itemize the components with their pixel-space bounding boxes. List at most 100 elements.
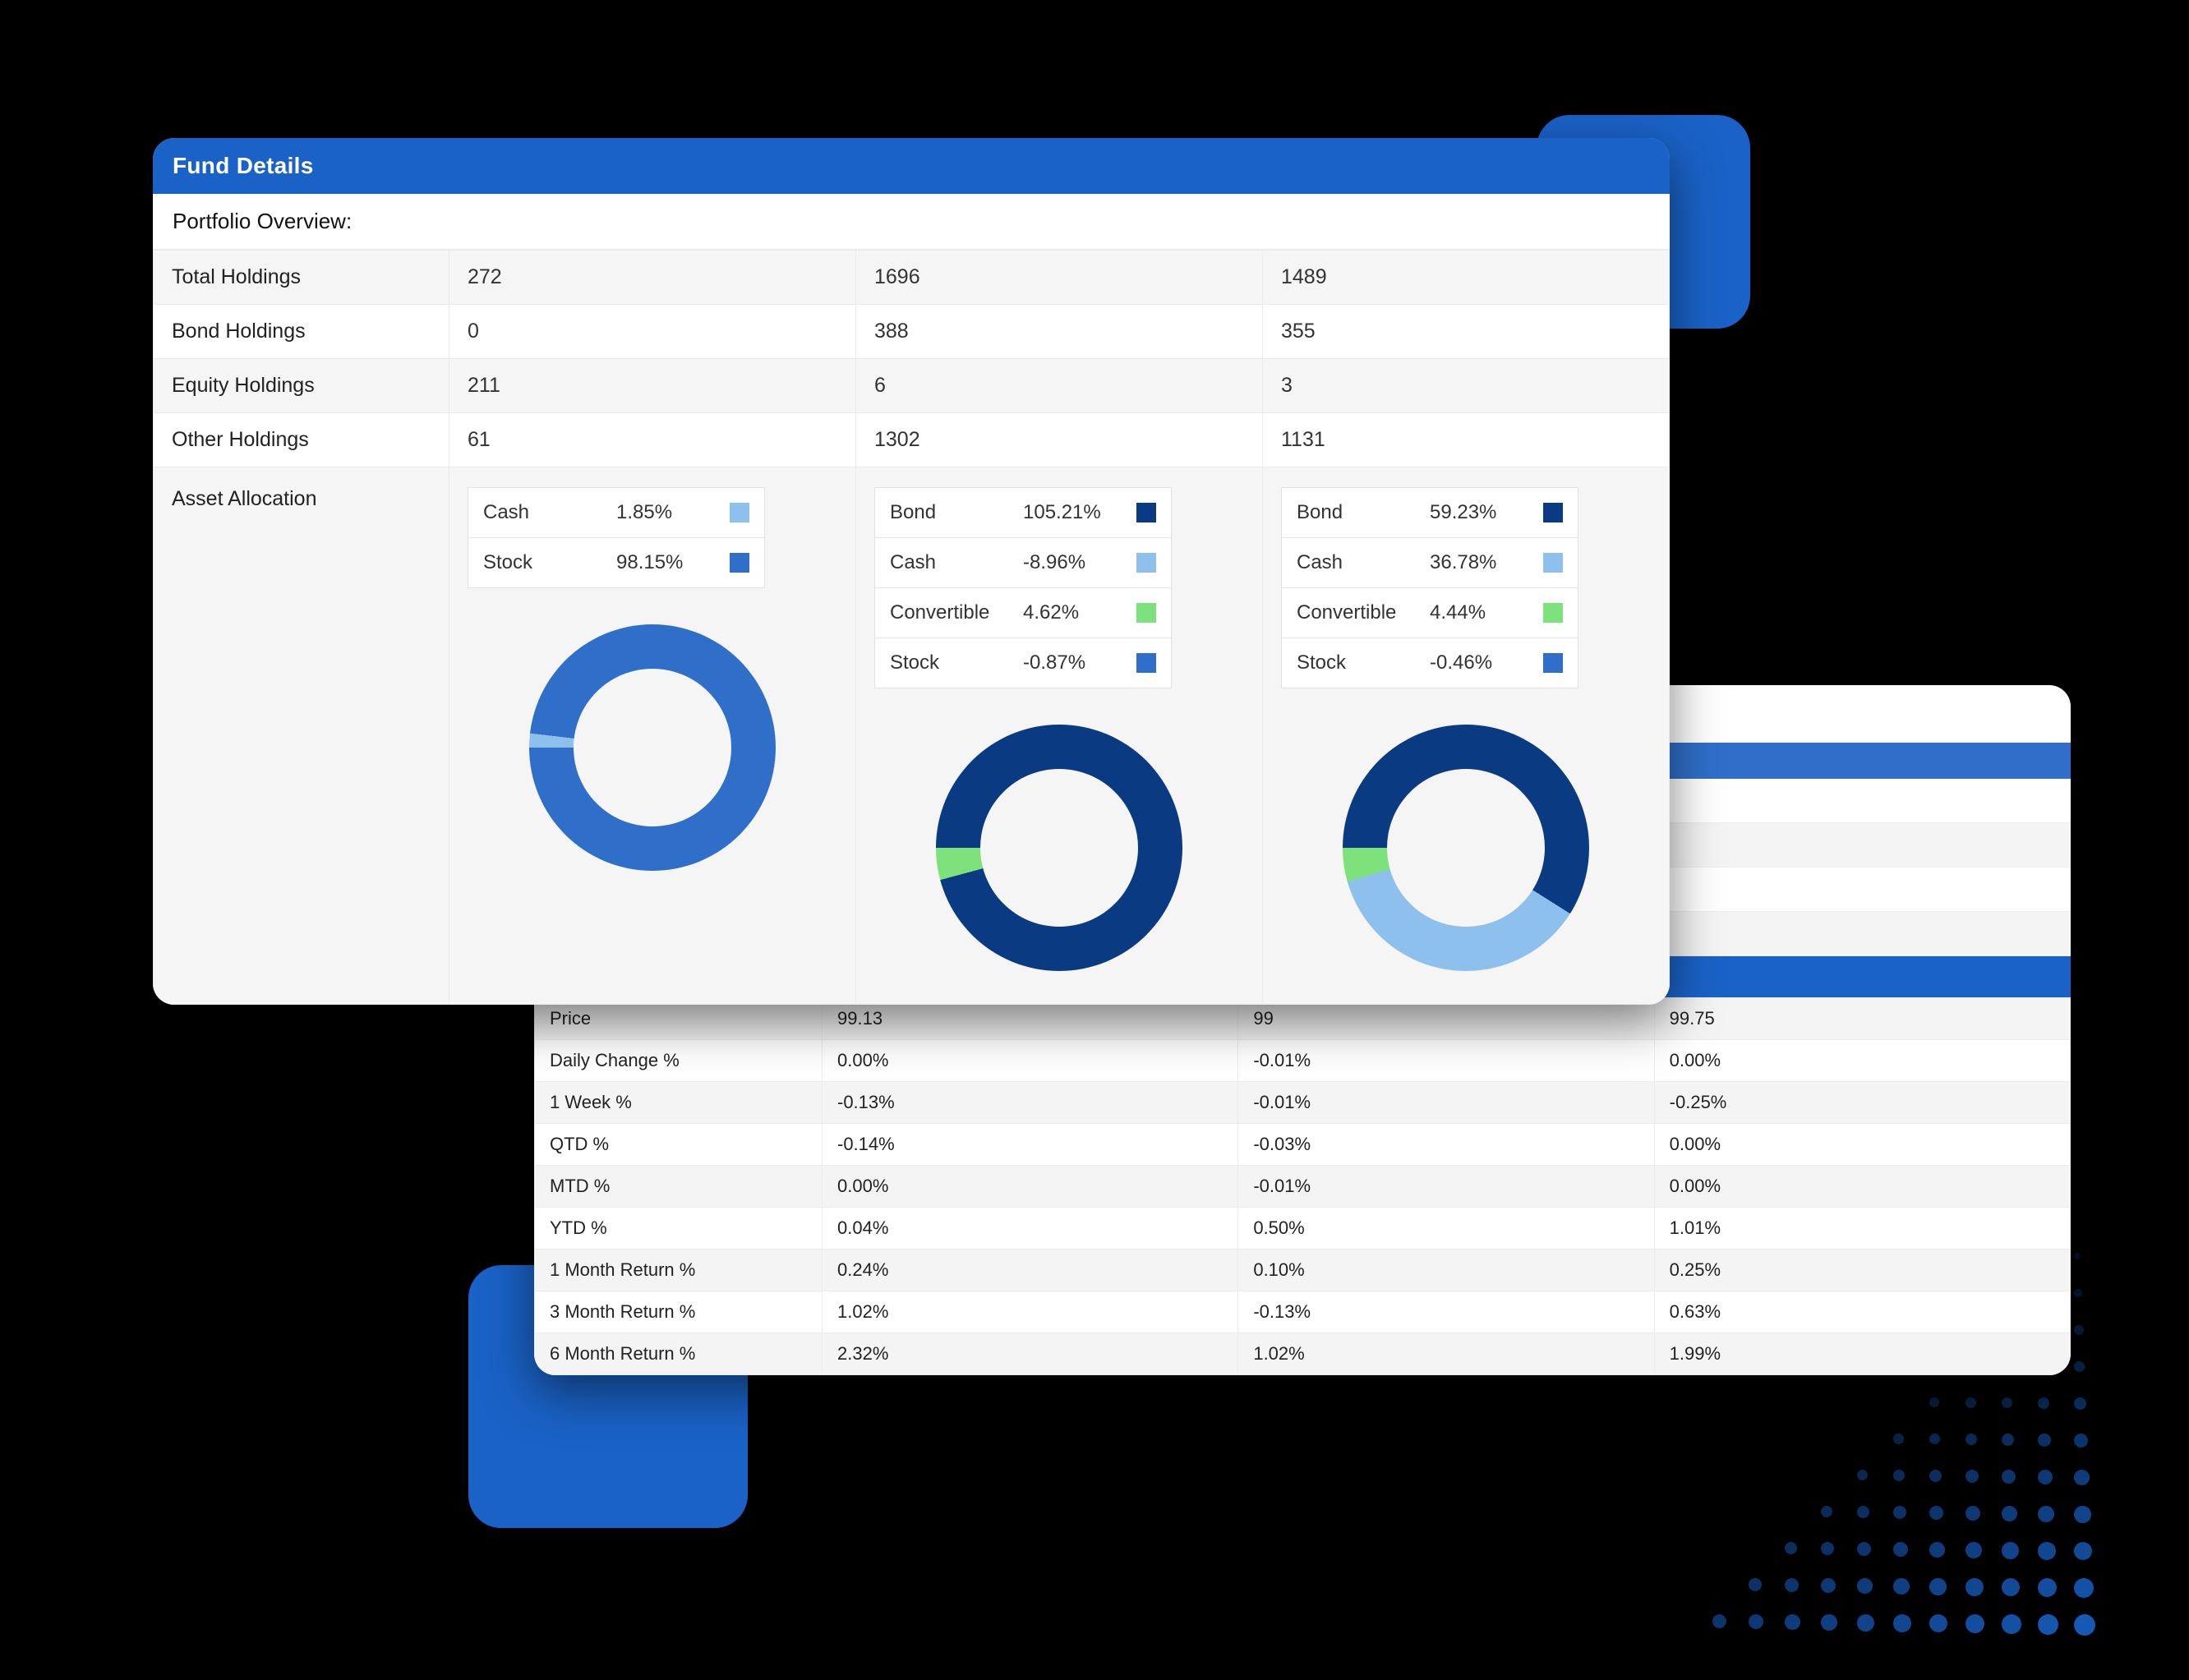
donut-wrap bbox=[1281, 688, 1651, 971]
donut-chart-icon bbox=[529, 624, 776, 871]
table-row: Other Holdings 61 1302 1131 bbox=[154, 413, 1670, 467]
legend-swatch bbox=[1528, 593, 1578, 633]
legend-swatch bbox=[1122, 593, 1171, 633]
cell: 1.02% bbox=[1238, 1333, 1654, 1375]
cell: 1131 bbox=[1263, 413, 1670, 467]
cell: 1.99% bbox=[1654, 1333, 2070, 1375]
legend-value: -0.46% bbox=[1422, 638, 1528, 688]
row-label: 1 Week % bbox=[535, 1082, 823, 1124]
donut-chart-icon bbox=[1343, 725, 1589, 971]
fund-details-card: Fund Details Portfolio Overview: Total H… bbox=[153, 138, 1670, 1005]
row-label: Daily Change % bbox=[535, 1040, 823, 1082]
cell: 211 bbox=[449, 359, 856, 413]
allocation-cell: Bond105.21%Cash-8.96%Convertible4.62%Sto… bbox=[856, 467, 1263, 1005]
cell: 388 bbox=[856, 305, 1263, 359]
allocation-cell: Cash1.85%Stock98.15% bbox=[449, 467, 856, 1005]
legend-swatch bbox=[1528, 543, 1578, 582]
cell: 0.63% bbox=[1654, 1291, 2070, 1333]
holdings-table: Total Holdings 272 1696 1489 Bond Holdin… bbox=[153, 250, 1670, 1005]
cell: 0.00% bbox=[1654, 1124, 2070, 1166]
legend-swatch bbox=[1122, 643, 1171, 683]
legend-value: 59.23% bbox=[1422, 488, 1528, 537]
legend-row: Bond59.23% bbox=[1282, 488, 1578, 538]
legend-label: Convertible bbox=[875, 588, 1015, 637]
legend-value: -8.96% bbox=[1015, 538, 1122, 587]
cell: -0.14% bbox=[823, 1124, 1238, 1166]
cell: 272 bbox=[449, 251, 856, 305]
color-swatch-icon bbox=[1543, 603, 1563, 623]
color-swatch-icon bbox=[1136, 603, 1156, 623]
cell: 0.50% bbox=[1238, 1208, 1654, 1250]
cell: 61 bbox=[449, 413, 856, 467]
legend-label: Stock bbox=[875, 638, 1015, 688]
donut-chart-icon bbox=[936, 725, 1182, 971]
color-swatch-icon bbox=[1136, 653, 1156, 673]
legend-row: Convertible4.62% bbox=[875, 588, 1171, 638]
row-label: Other Holdings bbox=[154, 413, 449, 467]
cell: 3 bbox=[1263, 359, 1670, 413]
color-swatch-icon bbox=[1136, 553, 1156, 573]
cell: 0.00% bbox=[1654, 1040, 2070, 1082]
cell: 0 bbox=[449, 305, 856, 359]
cell: 355 bbox=[1263, 305, 1670, 359]
cell: 0.24% bbox=[823, 1250, 1238, 1291]
color-swatch-icon bbox=[730, 553, 749, 573]
legend-value: 1.85% bbox=[608, 488, 715, 537]
legend-row: Stock98.15% bbox=[468, 538, 764, 587]
table-row: Total Holdings 272 1696 1489 bbox=[154, 251, 1670, 305]
cell: -0.13% bbox=[823, 1082, 1238, 1124]
legend-swatch bbox=[1122, 493, 1171, 532]
legend-row: Cash-8.96% bbox=[875, 538, 1171, 588]
legend-label: Stock bbox=[1282, 638, 1422, 688]
cell: 1489 bbox=[1263, 251, 1670, 305]
legend-label: Cash bbox=[468, 488, 608, 537]
asset-allocation-row: Asset Allocation Cash1.85%Stock98.15% Bo… bbox=[154, 467, 1670, 1005]
donut-wrap bbox=[468, 588, 837, 871]
cell: 1.02% bbox=[823, 1291, 1238, 1333]
cell: 2.32% bbox=[823, 1333, 1238, 1375]
legend-row: Stock-0.87% bbox=[875, 638, 1171, 688]
legend-row: Convertible4.44% bbox=[1282, 588, 1578, 638]
row-label: YTD % bbox=[535, 1208, 823, 1250]
cell: 1.01% bbox=[1654, 1208, 2070, 1250]
legend-value: 105.21% bbox=[1015, 488, 1122, 537]
color-swatch-icon bbox=[1543, 553, 1563, 573]
cell: 0.04% bbox=[823, 1208, 1238, 1250]
legend-label: Bond bbox=[1282, 488, 1422, 537]
cell: 1696 bbox=[856, 251, 1263, 305]
table-row: 6 Month Return %2.32%1.02%1.99% bbox=[535, 1333, 2071, 1375]
legend-value: 98.15% bbox=[608, 538, 715, 587]
cell: 0.00% bbox=[823, 1040, 1238, 1082]
table-row: YTD %0.04%0.50%1.01% bbox=[535, 1208, 2071, 1250]
legend-label: Bond bbox=[875, 488, 1015, 537]
cell: 0.25% bbox=[1654, 1250, 2070, 1291]
legend-value: -0.87% bbox=[1015, 638, 1122, 688]
row-label: MTD % bbox=[535, 1166, 823, 1208]
table-row: MTD %0.00%-0.01%0.00% bbox=[535, 1166, 2071, 1208]
legend-label: Cash bbox=[1282, 538, 1422, 587]
color-swatch-icon bbox=[1543, 653, 1563, 673]
color-swatch-icon bbox=[1543, 503, 1563, 522]
row-label: Equity Holdings bbox=[154, 359, 449, 413]
table-row: 3 Month Return %1.02%-0.13%0.63% bbox=[535, 1291, 2071, 1333]
donut-wrap bbox=[874, 688, 1244, 971]
row-label: 6 Month Return % bbox=[535, 1333, 823, 1375]
portfolio-overview-label: Portfolio Overview: bbox=[153, 194, 1670, 250]
table-row: 1 Week %-0.13%-0.01%-0.25% bbox=[535, 1082, 2071, 1124]
allocation-legend: Bond105.21%Cash-8.96%Convertible4.62%Sto… bbox=[874, 487, 1172, 688]
cell: -0.13% bbox=[1238, 1291, 1654, 1333]
legend-swatch bbox=[715, 493, 764, 532]
row-label: 1 Month Return % bbox=[535, 1250, 823, 1291]
legend-swatch bbox=[1122, 543, 1171, 582]
table-row: 1 Month Return %0.24%0.10%0.25% bbox=[535, 1250, 2071, 1291]
legend-swatch bbox=[1528, 643, 1578, 683]
table-row: QTD %-0.14%-0.03%0.00% bbox=[535, 1124, 2071, 1166]
fund-title: Fund Details bbox=[153, 138, 1670, 194]
cell: -0.01% bbox=[1238, 1082, 1654, 1124]
legend-row: Bond105.21% bbox=[875, 488, 1171, 538]
row-label: Bond Holdings bbox=[154, 305, 449, 359]
legend-swatch bbox=[1528, 493, 1578, 532]
allocation-legend: Bond59.23%Cash36.78%Convertible4.44%Stoc… bbox=[1281, 487, 1578, 688]
cell: -0.01% bbox=[1238, 1166, 1654, 1208]
legend-value: 4.62% bbox=[1015, 588, 1122, 637]
